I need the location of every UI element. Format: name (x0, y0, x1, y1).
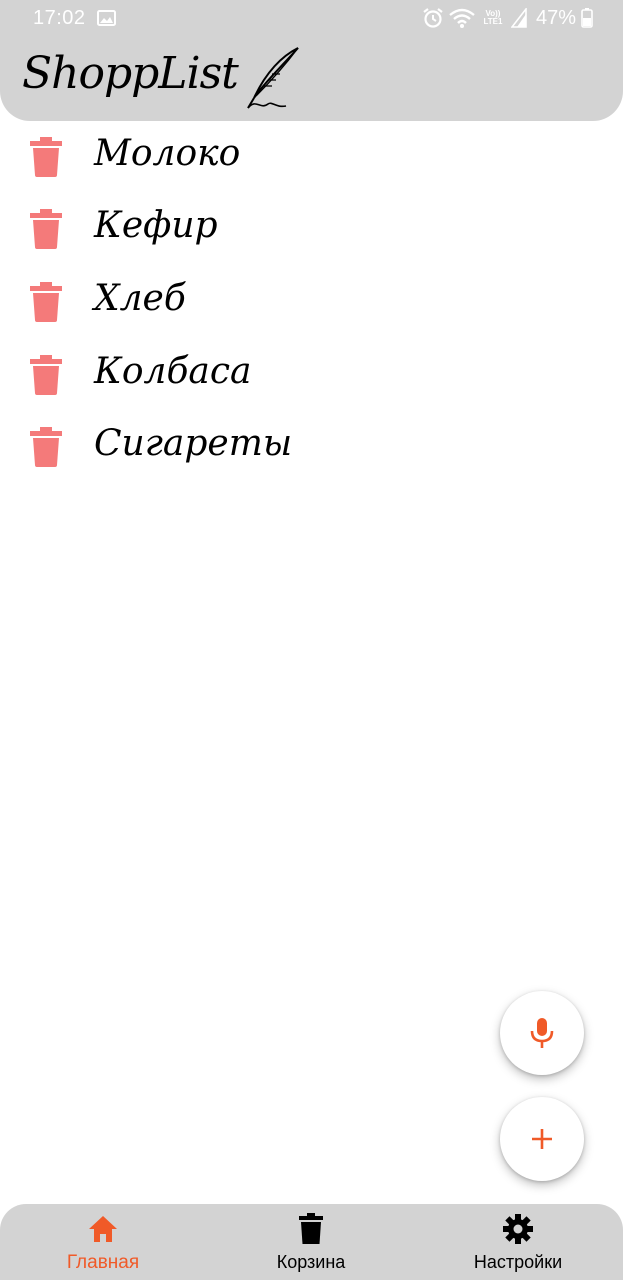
list-item: Молоко (0, 121, 623, 193)
wifi-icon (449, 8, 475, 28)
voice-input-button[interactable] (500, 991, 584, 1075)
nav-trash-label: Корзина (276, 1252, 346, 1272)
gear-icon (503, 1214, 533, 1244)
item-label: Кефир (94, 205, 218, 246)
network-label: Vo)) LTE1 (483, 9, 503, 26)
item-label: Сигареты (94, 423, 293, 464)
signal-icon (510, 8, 527, 28)
battery-percent: 47% (535, 6, 576, 29)
list-item: Сигареты (0, 411, 623, 483)
delete-item-button[interactable] (28, 282, 64, 322)
plus-icon (532, 1129, 552, 1149)
delete-item-button[interactable] (28, 427, 64, 467)
app-header: 17:02 Vo)) LTE1 47% ShoppList (0, 0, 623, 121)
status-icons: Vo)) LTE1 47% (422, 5, 593, 31)
item-label: Колбаса (94, 351, 252, 392)
status-bar: 17:02 Vo)) LTE1 47% (0, 0, 623, 38)
home-icon (89, 1216, 117, 1242)
status-time: 17:02 (33, 7, 86, 29)
delete-item-button[interactable] (28, 137, 64, 177)
battery-icon (581, 8, 593, 28)
list-item: Колбаса (0, 339, 623, 411)
trash-icon (299, 1213, 323, 1244)
list-item: Хлеб (0, 266, 623, 338)
app-title: ShoppList (22, 48, 239, 99)
delete-item-button[interactable] (28, 355, 64, 395)
nav-home[interactable]: Главная (23, 1204, 183, 1280)
nav-trash[interactable]: Корзина (231, 1204, 391, 1280)
bottom-navigation: Главная Корзина Настройки (0, 1204, 623, 1280)
item-label: Молоко (94, 133, 241, 174)
delete-item-button[interactable] (28, 209, 64, 249)
add-item-button[interactable] (500, 1097, 584, 1181)
gallery-icon (97, 10, 116, 26)
alarm-icon (423, 8, 443, 28)
nav-home-label: Главная (66, 1252, 140, 1273)
microphone-icon (530, 1018, 554, 1048)
quill-icon (247, 47, 299, 109)
item-label: Хлеб (94, 278, 186, 319)
nav-settings[interactable]: Настройки (438, 1204, 598, 1280)
nav-settings-label: Настройки (473, 1252, 563, 1272)
list-item: Кефир (0, 193, 623, 265)
